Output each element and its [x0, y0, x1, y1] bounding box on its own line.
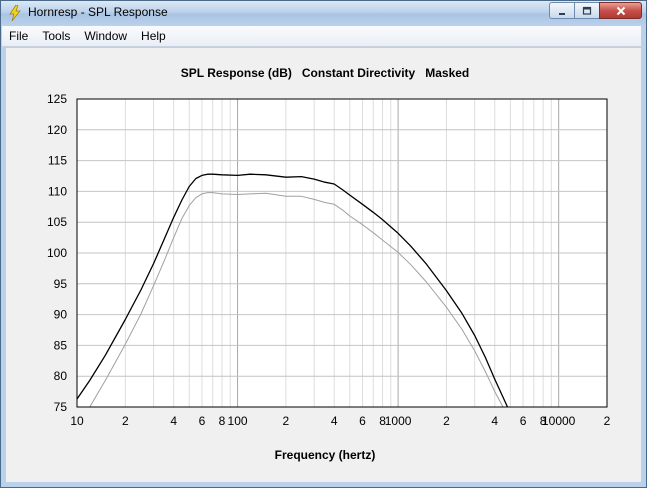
close-button[interactable] — [599, 2, 642, 19]
menu-window[interactable]: Window — [77, 26, 134, 46]
y-tick-label: 100 — [47, 246, 67, 260]
lightning-bolt-icon — [9, 5, 21, 21]
y-tick-label: 115 — [48, 154, 67, 168]
x-tick-label: 10 — [70, 414, 84, 428]
y-tick-label: 80 — [54, 369, 68, 383]
y-tick-label: 95 — [54, 277, 68, 291]
x-tick-label: 4 — [331, 414, 338, 428]
spl-response-chart: SPL Response (dB) Constant Directivity M… — [47, 66, 611, 462]
x-tick-label: 6 — [520, 414, 527, 428]
x-tick-label: 2 — [122, 414, 129, 428]
x-tick-label: 4 — [170, 414, 177, 428]
y-tick-label: 85 — [54, 338, 68, 352]
x-tick-label: 6 — [199, 414, 206, 428]
menu-help[interactable]: Help — [134, 26, 173, 46]
x-tick-label: 100 — [228, 414, 248, 428]
x-axis-label: Frequency (hertz) — [275, 448, 376, 462]
x-tick-label: 6 — [359, 414, 366, 428]
y-tick-label: 120 — [47, 123, 67, 137]
window-controls — [549, 2, 642, 20]
y-tick-label: 125 — [47, 92, 67, 106]
x-tick-label: 2 — [283, 414, 290, 428]
app-window: Hornresp - SPL Response File Tools Windo… — [0, 0, 647, 488]
window-title: Hornresp - SPL Response — [28, 5, 168, 19]
menu-bar: File Tools Window Help — [2, 26, 641, 47]
maximize-button[interactable] — [574, 2, 599, 19]
y-tick-label: 110 — [48, 184, 67, 198]
minimize-icon — [559, 12, 565, 15]
chart-title: SPL Response (dB) Constant Directivity M… — [181, 66, 470, 80]
x-tick-label: 1000 — [385, 414, 412, 428]
title-bar[interactable]: Hornresp - SPL Response — [1, 1, 646, 25]
x-tick-label: 10000 — [542, 414, 576, 428]
menu-tools[interactable]: Tools — [35, 26, 77, 46]
chart-area: SPL Response (dB) Constant Directivity M… — [6, 48, 641, 482]
minimize-button[interactable] — [549, 2, 574, 19]
y-tick-label: 105 — [47, 215, 67, 229]
close-icon — [616, 6, 625, 15]
y-tick-label: 75 — [54, 400, 68, 414]
x-tick-label: 2 — [604, 414, 611, 428]
y-axis-ticks: 75 80 85 90 95 100 105 110 115 120 125 — [47, 92, 67, 414]
x-tick-label: 4 — [491, 414, 498, 428]
y-tick-label: 90 — [54, 308, 68, 322]
x-tick-label: 8 — [219, 414, 226, 428]
x-tick-label: 2 — [443, 414, 450, 428]
maximize-icon — [582, 6, 592, 15]
menu-file[interactable]: File — [2, 26, 35, 46]
x-axis-ticks: 10 2 4 6 8 100 2 4 6 81000 2 4 6 810000 2 — [70, 414, 610, 428]
